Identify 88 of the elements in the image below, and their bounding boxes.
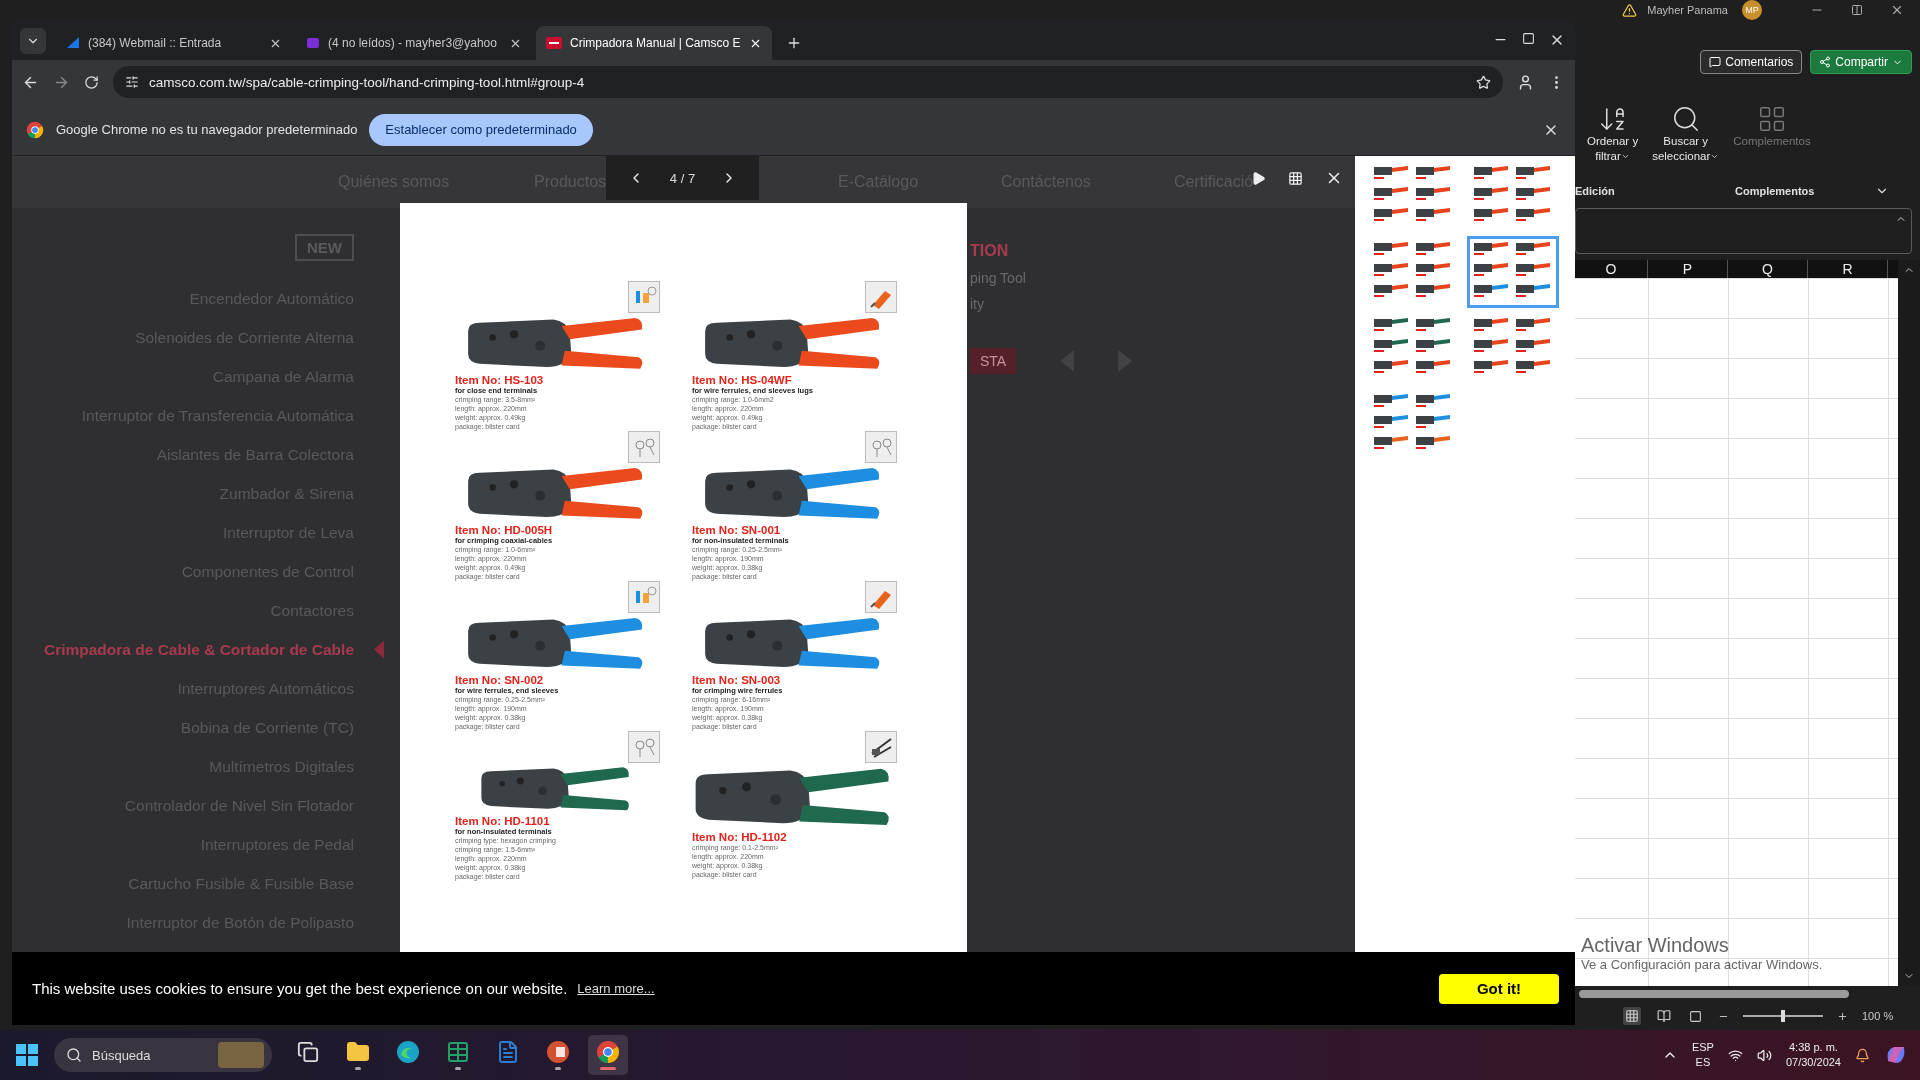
item-number: Item No: SN-002 — [455, 674, 545, 686]
wifi-icon[interactable] — [1727, 1047, 1743, 1063]
item-number: Item No: HS-04WF — [692, 374, 793, 386]
comment-icon — [1709, 56, 1722, 68]
folder-icon[interactable] — [346, 1040, 370, 1064]
item-number: Item No: SN-003 — [692, 674, 782, 686]
image-counter: 4 / 7 — [669, 170, 696, 186]
presentation-app-icon[interactable] — [546, 1040, 570, 1064]
terminal-icon — [865, 431, 897, 463]
site-favicon-icon — [546, 37, 562, 49]
share-icon — [1819, 56, 1832, 68]
clock-date[interactable]: 07/30/2024 — [1785, 1055, 1841, 1070]
terminal-icon — [865, 731, 897, 763]
task-view-icon[interactable] — [297, 1041, 319, 1063]
terminal-icon — [628, 731, 660, 763]
activation-message: Ve a Configuración para activar Windows. — [1581, 957, 1823, 972]
site-info-icon[interactable] — [125, 75, 139, 89]
activation-title: Activar Windows — [1581, 934, 1730, 957]
chrome-icon — [26, 120, 44, 139]
browser-swirl-icon[interactable] — [396, 1040, 420, 1064]
terminal-icon — [865, 581, 897, 613]
got-it-button[interactable]: Got it! — [1439, 973, 1559, 1004]
notification-bell-icon[interactable] — [1855, 1047, 1870, 1063]
terminal-icon — [865, 281, 897, 313]
ribbon-group-label: Edición — [1575, 185, 1616, 197]
zoom-level[interactable]: 100 % — [1862, 1010, 1894, 1022]
account-avatar[interactable]: MP — [1742, 0, 1762, 20]
ribbon-group-label: Complementos — [1735, 185, 1816, 197]
warning-icon[interactable] — [1622, 2, 1638, 18]
account-name: Mayher Panama — [1647, 4, 1728, 16]
set-default-button[interactable]: Establecer como predeterminado — [369, 113, 593, 146]
text-line: ping Tool — [970, 270, 1027, 286]
item-number: Item No: SN-001 — [692, 524, 782, 536]
ribbon-command[interactable]: Ordenar y filtrar — [1583, 104, 1643, 182]
browser-tab[interactable]: (384) Webmail :: Entrada — [56, 26, 292, 60]
list-button[interactable]: STA — [970, 348, 1017, 374]
horizontal-scrollbar-thumb[interactable] — [1579, 990, 1849, 998]
page-layout-icon[interactable] — [1657, 1009, 1671, 1023]
spreadsheet-app-icon[interactable] — [446, 1040, 470, 1064]
play-icon[interactable] — [1251, 170, 1266, 186]
page-break-icon[interactable] — [1689, 1009, 1702, 1023]
zoom-in-icon[interactable] — [1837, 1010, 1848, 1022]
language-indicator[interactable]: ESP — [1691, 1040, 1714, 1055]
browser-tab[interactable]: (4 no leídos) - mayher3@yahoo — [296, 26, 532, 60]
search-icon — [66, 1047, 82, 1063]
infobar-message: Google Chrome no es tu navegador predeterminado — [56, 122, 358, 137]
comments-button[interactable]: Comentarios — [1700, 50, 1803, 74]
terminal-icon — [628, 431, 660, 463]
volume-icon[interactable] — [1756, 1047, 1772, 1063]
ribbon-command[interactable]: Buscar y seleccionar — [1648, 104, 1724, 182]
reload-icon[interactable] — [84, 74, 99, 90]
envelope-favicon-icon — [306, 36, 320, 50]
chrome-icon[interactable] — [596, 1040, 620, 1064]
caret-icon — [1710, 152, 1720, 161]
terminal-icon — [628, 281, 660, 313]
normal-view-icon[interactable] — [1625, 1009, 1639, 1023]
terminal-icon — [628, 581, 660, 613]
maximize-icon[interactable] — [1522, 32, 1535, 45]
language-indicator[interactable]: ES — [1695, 1055, 1711, 1070]
item-number: Item No: HS-103 — [455, 374, 545, 386]
address-bar[interactable]: camsco.com.tw/spa/cable-crimping-tool/hand-crimping-tool.html#group-4 — [113, 66, 1503, 98]
mail-favicon-icon — [66, 36, 80, 50]
section-heading: TION — [970, 242, 1010, 260]
close-icon[interactable] — [1890, 3, 1904, 17]
search-field[interactable]: Búsqueda — [54, 1038, 272, 1072]
restore-icon[interactable] — [1851, 4, 1863, 16]
clock-time[interactable]: 4:38 p. m. — [1789, 1040, 1838, 1055]
learn-more-link[interactable]: Learn more... — [577, 981, 655, 996]
start-icon[interactable] — [16, 1044, 38, 1066]
add-ins-icon — [1757, 104, 1787, 134]
zoom-slider-thumb[interactable] — [1781, 1010, 1785, 1022]
item-number: Item No: HD-1101 — [455, 815, 551, 827]
search-highlight-picture — [218, 1042, 264, 1068]
tab-search-button[interactable] — [20, 28, 46, 54]
caret-icon — [1620, 152, 1630, 161]
item-number: Item No: HD-005H — [455, 524, 554, 536]
share-button[interactable]: Compartir — [1810, 50, 1912, 74]
text-line: ity — [970, 296, 985, 312]
bookmark-star-icon[interactable] — [1476, 74, 1491, 90]
thumbnails-grid-icon[interactable] — [1288, 170, 1303, 186]
browser-tab[interactable]: Crimpadora Manual | Camsco E — [536, 26, 772, 60]
item-number: Item No: HD-1102 — [692, 831, 788, 843]
document-app-icon[interactable] — [496, 1040, 520, 1064]
profile-icon[interactable] — [1517, 73, 1534, 91]
cookie-message: This website uses cookies to ensure you get the best experience on our website. — [32, 980, 568, 997]
new-tab-icon[interactable] — [786, 35, 802, 51]
taskbar-app[interactable] — [588, 1035, 628, 1075]
category-link[interactable]: Crimpadora de Cable & Cortador de Cable — [43, 640, 354, 659]
